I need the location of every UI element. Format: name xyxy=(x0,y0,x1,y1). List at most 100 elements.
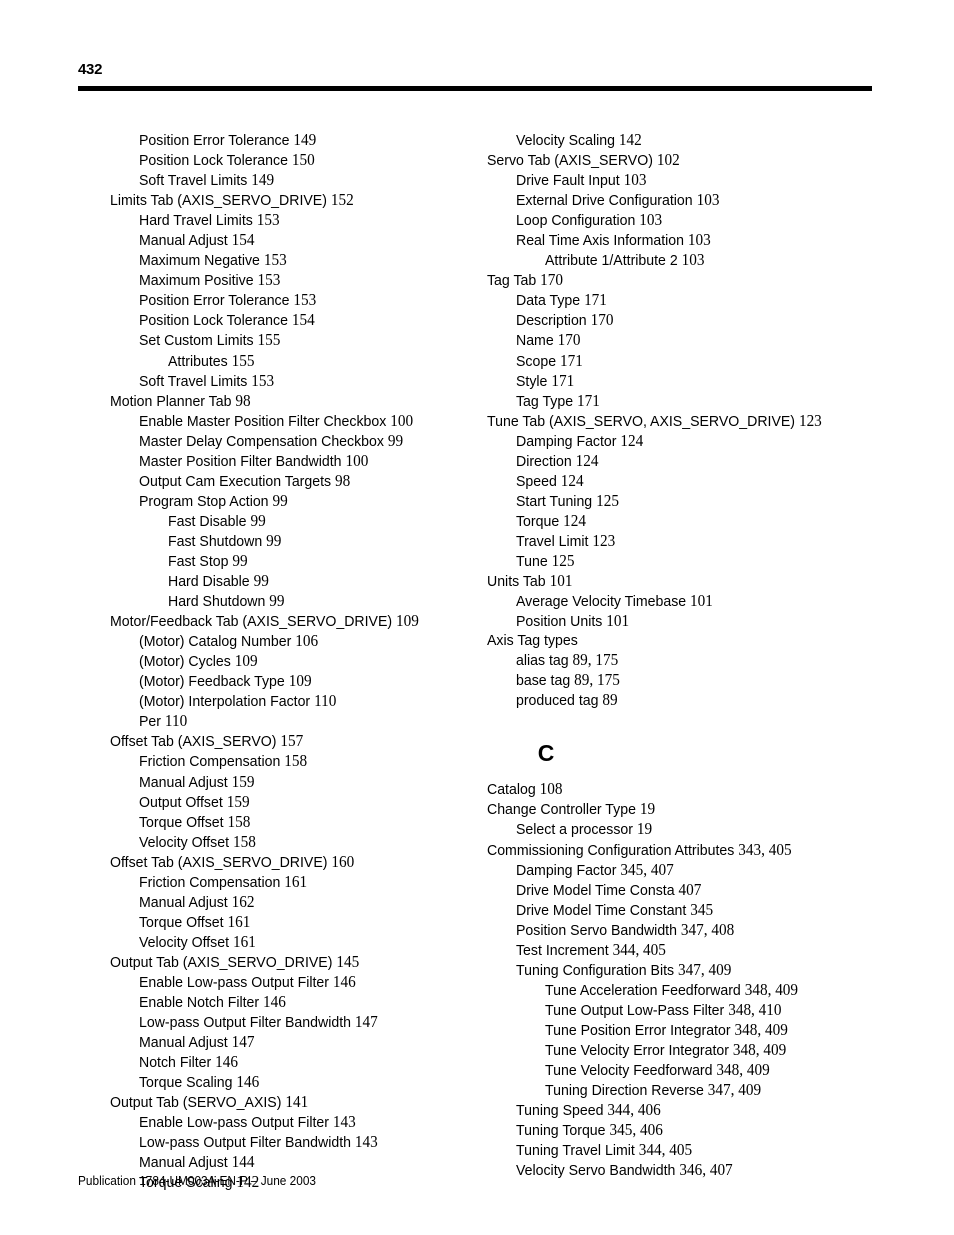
index-entry[interactable]: Speed 124 xyxy=(516,471,880,491)
index-entry[interactable]: Soft Travel Limits 153 xyxy=(139,371,447,391)
index-entry[interactable]: Hard Shutdown 99 xyxy=(168,591,449,611)
index-entry[interactable]: Tag Tab 170 xyxy=(487,270,878,290)
index-entry[interactable]: Output Offset 159 xyxy=(139,792,447,812)
index-entry[interactable]: Catalog 108 xyxy=(487,779,878,799)
index-entry[interactable]: Output Tab (SERVO_AXIS) 141 xyxy=(110,1092,445,1112)
index-entry[interactable]: Position Servo Bandwidth 347, 408 xyxy=(516,920,880,940)
index-entry[interactable]: Drive Fault Input 103 xyxy=(516,170,880,190)
index-entry[interactable]: Torque Offset 158 xyxy=(139,812,447,832)
index-entry[interactable]: Offset Tab (AXIS_SERVO) 157 xyxy=(110,731,445,751)
index-entry[interactable]: Loop Configuration 103 xyxy=(516,210,880,230)
index-entry[interactable]: Units Tab 101 xyxy=(487,571,878,591)
index-entry[interactable]: Start Tuning 125 xyxy=(516,491,880,511)
index-entry[interactable]: Program Stop Action 99 xyxy=(139,491,447,511)
index-entry[interactable]: Drive Model Time Consta 407 xyxy=(516,880,880,900)
index-entry[interactable]: (Motor) Feedback Type 109 xyxy=(139,671,447,691)
index-entry[interactable]: Velocity Offset 161 xyxy=(139,932,447,952)
index-entry[interactable]: base tag 89, 175 xyxy=(516,670,880,690)
index-entry[interactable]: Output Tab (AXIS_SERVO_DRIVE) 145 xyxy=(110,952,445,972)
index-entry[interactable]: Enable Low-pass Output Filter 143 xyxy=(139,1112,447,1132)
index-entry[interactable]: Output Cam Execution Targets 98 xyxy=(139,471,447,491)
index-entry[interactable]: External Drive Configuration 103 xyxy=(516,190,880,210)
index-entry[interactable]: Description 170 xyxy=(516,310,880,330)
index-entry[interactable]: Low-pass Output Filter Bandwidth 143 xyxy=(139,1132,447,1152)
index-entry[interactable]: Per 110 xyxy=(139,711,447,731)
index-entry[interactable]: Style 171 xyxy=(516,371,880,391)
index-entry[interactable]: (Motor) Cycles 109 xyxy=(139,651,447,671)
index-entry[interactable]: Position Lock Tolerance 154 xyxy=(139,310,447,330)
index-entry[interactable]: Axis Tag types xyxy=(487,631,878,650)
index-entry[interactable]: Damping Factor 124 xyxy=(516,431,880,451)
index-entry[interactable]: (Motor) Catalog Number 106 xyxy=(139,631,447,651)
index-entry[interactable]: Tuning Speed 344, 406 xyxy=(516,1100,880,1120)
index-entry[interactable]: Manual Adjust 159 xyxy=(139,772,447,792)
index-entry[interactable]: Tuning Torque 345, 406 xyxy=(516,1120,880,1140)
index-entry[interactable]: Manual Adjust 162 xyxy=(139,892,447,912)
index-entry[interactable]: Tune Acceleration Feedforward 348, 409 xyxy=(545,980,882,1000)
index-entry[interactable]: Torque Offset 161 xyxy=(139,912,447,932)
index-entry[interactable]: Torque 124 xyxy=(516,511,880,531)
index-entry[interactable]: Average Velocity Timebase 101 xyxy=(516,591,880,611)
index-entry[interactable]: Direction 124 xyxy=(516,451,880,471)
index-entry[interactable]: Set Custom Limits 155 xyxy=(139,330,447,350)
index-entry[interactable]: Manual Adjust 147 xyxy=(139,1032,447,1052)
index-entry[interactable]: Tag Type 171 xyxy=(516,391,880,411)
index-entry[interactable]: Fast Stop 99 xyxy=(168,551,449,571)
index-entry[interactable]: Tune Position Error Integrator 348, 409 xyxy=(545,1020,882,1040)
index-entry[interactable]: Servo Tab (AXIS_SERVO) 102 xyxy=(487,150,878,170)
index-entry[interactable]: Tune Velocity Error Integrator 348, 409 xyxy=(545,1040,882,1060)
index-entry[interactable]: Maximum Positive 153 xyxy=(139,270,447,290)
index-entry[interactable]: Hard Disable 99 xyxy=(168,571,449,591)
index-entry[interactable]: Attributes 155 xyxy=(168,351,449,371)
index-entry[interactable]: Tune Output Low-Pass Filter 348, 410 xyxy=(545,1000,882,1020)
index-entry[interactable]: Scope 171 xyxy=(516,351,880,371)
index-entry[interactable]: Manual Adjust 154 xyxy=(139,230,447,250)
index-entry[interactable]: Change Controller Type 19 xyxy=(487,799,878,819)
index-entry[interactable]: Position Lock Tolerance 150 xyxy=(139,150,447,170)
index-entry[interactable]: Real Time Axis Information 103 xyxy=(516,230,880,250)
index-entry[interactable]: Master Position Filter Bandwidth 100 xyxy=(139,451,447,471)
index-entry[interactable]: Fast Shutdown 99 xyxy=(168,531,449,551)
index-entry[interactable]: Tune Tab (AXIS_SERVO, AXIS_SERVO_DRIVE) … xyxy=(487,411,878,431)
index-entry[interactable]: Motion Planner Tab 98 xyxy=(110,391,445,411)
index-entry[interactable]: Tune Velocity Feedforward 348, 409 xyxy=(545,1060,882,1080)
index-entry[interactable]: Manual Adjust 144 xyxy=(139,1152,447,1172)
index-entry[interactable]: Travel Limit 123 xyxy=(516,531,880,551)
index-entry[interactable]: Position Error Tolerance 149 xyxy=(139,130,447,150)
index-entry[interactable]: Offset Tab (AXIS_SERVO_DRIVE) 160 xyxy=(110,852,445,872)
index-entry[interactable]: Friction Compensation 161 xyxy=(139,872,447,892)
index-entry[interactable]: Commissioning Configuration Attributes 3… xyxy=(487,840,878,860)
index-entry[interactable]: Position Units 101 xyxy=(516,611,880,631)
index-entry[interactable]: Master Delay Compensation Checkbox 99 xyxy=(139,431,447,451)
index-entry[interactable]: Notch Filter 146 xyxy=(139,1052,447,1072)
index-entry[interactable]: Velocity Servo Bandwidth 346, 407 xyxy=(516,1160,880,1180)
index-entry[interactable]: Tuning Configuration Bits 347, 409 xyxy=(516,960,880,980)
index-entry[interactable]: produced tag 89 xyxy=(516,690,880,710)
index-entry[interactable]: Drive Model Time Constant 345 xyxy=(516,900,880,920)
index-entry[interactable]: (Motor) Interpolation Factor 110 xyxy=(139,691,447,711)
index-entry[interactable]: Low-pass Output Filter Bandwidth 147 xyxy=(139,1012,447,1032)
index-entry[interactable]: Friction Compensation 158 xyxy=(139,751,447,771)
index-entry[interactable]: Enable Notch Filter 146 xyxy=(139,992,447,1012)
index-entry[interactable]: Enable Low-pass Output Filter 146 xyxy=(139,972,447,992)
index-entry[interactable]: Tune 125 xyxy=(516,551,880,571)
index-entry[interactable]: Hard Travel Limits 153 xyxy=(139,210,447,230)
index-entry[interactable]: Position Error Tolerance 153 xyxy=(139,290,447,310)
index-entry[interactable]: alias tag 89, 175 xyxy=(516,650,880,670)
index-entry[interactable]: Limits Tab (AXIS_SERVO_DRIVE) 152 xyxy=(110,190,445,210)
index-entry[interactable]: Motor/Feedback Tab (AXIS_SERVO_DRIVE) 10… xyxy=(110,611,445,631)
index-entry[interactable]: Name 170 xyxy=(516,330,880,350)
index-entry[interactable]: Torque Scaling 146 xyxy=(139,1072,447,1092)
index-entry[interactable]: Tuning Direction Reverse 347, 409 xyxy=(545,1080,882,1100)
index-entry[interactable]: Maximum Negative 153 xyxy=(139,250,447,270)
index-entry[interactable]: Attribute 1/Attribute 2 103 xyxy=(545,250,882,270)
index-entry[interactable]: Data Type 171 xyxy=(516,290,880,310)
index-entry[interactable]: Test Increment 344, 405 xyxy=(516,940,880,960)
index-entry[interactable]: Enable Master Position Filter Checkbox 1… xyxy=(139,411,447,431)
index-entry[interactable]: Velocity Offset 158 xyxy=(139,832,447,852)
index-entry[interactable]: Soft Travel Limits 149 xyxy=(139,170,447,190)
index-entry[interactable]: Select a processor 19 xyxy=(516,819,880,839)
index-entry[interactable]: Damping Factor 345, 407 xyxy=(516,860,880,880)
index-entry[interactable]: Tuning Travel Limit 344, 405 xyxy=(516,1140,880,1160)
index-entry[interactable]: Fast Disable 99 xyxy=(168,511,449,531)
